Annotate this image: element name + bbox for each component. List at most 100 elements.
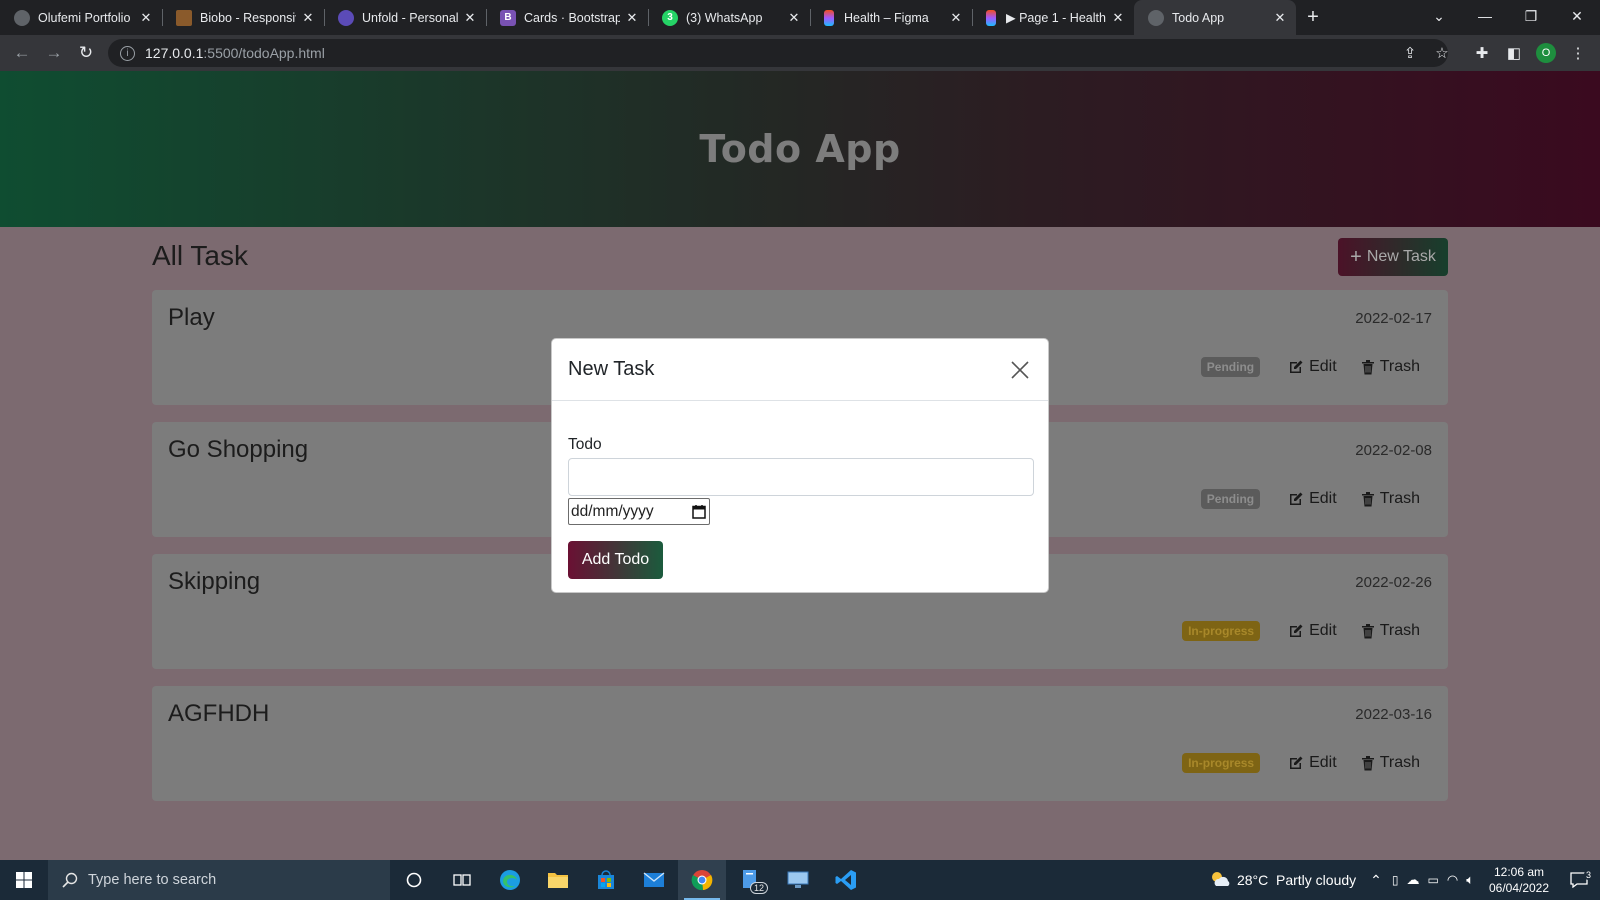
date-placeholder: dd/mm/yyyy (571, 502, 654, 520)
windows-taskbar: Type here to search 12 28°C Partly cloud… (0, 860, 1600, 900)
mail-icon[interactable] (630, 860, 678, 900)
new-tab-plus-icon[interactable]: + (1296, 0, 1330, 35)
forward-arrow-icon[interactable]: → (38, 37, 70, 69)
task-date: 2022-02-17 (1355, 310, 1432, 327)
tab-title: Cards · Bootstrap v (524, 10, 620, 25)
chevron-up-icon[interactable]: ⌃ (1370, 872, 1382, 889)
status-badge: In-progress (1182, 621, 1261, 641)
url-host: 127.0.0.1 (145, 45, 204, 61)
cortana-icon[interactable] (390, 860, 438, 900)
edit-label: Edit (1309, 622, 1337, 639)
notification-center-icon[interactable]: 3 (1558, 870, 1600, 888)
battery-icon[interactable]: ▭ (1428, 873, 1439, 887)
documents-app-icon[interactable]: 12 (726, 860, 774, 900)
vscode-icon[interactable] (822, 860, 870, 900)
edge-browser-icon[interactable] (486, 860, 534, 900)
tab-close-icon[interactable]: ✕ (300, 10, 316, 26)
edit-button[interactable]: Edit (1288, 490, 1349, 508)
tab-close-icon[interactable]: ✕ (1272, 10, 1288, 26)
trash-label: Trash (1379, 622, 1420, 639)
edit-icon (1290, 756, 1303, 769)
onedrive-cloud-icon[interactable]: ☁ (1407, 872, 1420, 888)
trash-button[interactable]: Trash (1361, 622, 1432, 640)
browser-tab[interactable]: B Cards · Bootstrap v ✕ (486, 0, 648, 35)
edit-button[interactable]: Edit (1288, 622, 1349, 640)
tab-search-chevron-icon[interactable]: ⌄ (1416, 0, 1462, 32)
trash-button[interactable]: Trash (1361, 358, 1432, 376)
windows-start-icon[interactable] (0, 860, 48, 900)
url-path: :5500/todoApp.html (203, 45, 325, 61)
file-explorer-icon[interactable] (534, 860, 582, 900)
microsoft-store-icon[interactable] (582, 860, 630, 900)
weather-text[interactable]: 28°C Partly cloudy (1237, 872, 1356, 888)
wifi-icon[interactable]: ◠ (1447, 872, 1458, 888)
add-todo-button[interactable]: Add Todo (568, 541, 663, 579)
edit-label: Edit (1309, 490, 1337, 507)
address-bar[interactable]: i 127.0.0.1:5500/todoApp.html (108, 39, 1448, 67)
tab-favicon-icon (1148, 9, 1164, 26)
extensions-puzzle-icon[interactable]: ✚ (1466, 37, 1498, 69)
volume-icon[interactable]: 🔈︎ (1466, 872, 1474, 888)
browser-toolbar: ← → ↻ i 127.0.0.1:5500/todoApp.html ⇪ ☆ … (0, 35, 1600, 71)
taskbar-clock[interactable]: 12:06 am 06/04/2022 (1480, 864, 1558, 896)
task-actions: In-progress Edit Trash (1182, 753, 1432, 773)
clock-time: 12:06 am (1493, 865, 1545, 879)
date-input[interactable]: dd/mm/yyyy (568, 498, 710, 525)
chrome-icon[interactable] (678, 860, 726, 900)
bookmark-star-icon[interactable]: ☆ (1426, 37, 1458, 69)
taskbar-search[interactable]: Type here to search (48, 860, 390, 900)
tab-close-icon[interactable]: ✕ (462, 10, 478, 26)
close-icon[interactable] (1008, 358, 1032, 382)
task-view-icon[interactable] (438, 860, 486, 900)
modal-title: New Task (568, 358, 655, 380)
task-date: 2022-02-08 (1355, 442, 1432, 459)
browser-tab[interactable]: Biobo - Responsive ✕ (162, 0, 324, 35)
tab-title: (3) WhatsApp (686, 10, 763, 25)
browser-tab[interactable]: Unfold - Personal P ✕ (324, 0, 486, 35)
profile-initial: O (1536, 43, 1556, 63)
new-task-button[interactable]: + New Task (1338, 238, 1448, 276)
share-icon[interactable]: ⇪ (1394, 37, 1426, 69)
browser-tab[interactable]: Olufemi Portfolio ✕ (0, 0, 162, 35)
calendar-icon[interactable] (692, 504, 706, 519)
edit-icon (1290, 624, 1303, 637)
edit-button[interactable]: Edit (1288, 358, 1349, 376)
reload-icon[interactable]: ↻ (70, 37, 102, 69)
app-badge-count: 12 (749, 882, 768, 894)
trash-icon (1361, 492, 1374, 507)
tab-close-icon[interactable]: ✕ (138, 10, 154, 26)
tab-favicon-icon: B (500, 9, 516, 26)
todo-input[interactable] (568, 458, 1034, 496)
browser-menu-icon[interactable]: ⋮ (1562, 37, 1594, 69)
tab-close-icon[interactable]: ✕ (948, 10, 964, 26)
task-date: 2022-03-16 (1355, 706, 1432, 723)
profile-avatar[interactable]: O (1530, 37, 1562, 69)
browser-tab[interactable]: Health – Figma ✕ (810, 0, 972, 35)
tab-title: ▶ Page 1 - Health (1006, 11, 1106, 25)
tab-close-icon[interactable]: ✕ (786, 10, 802, 26)
browser-tab-active[interactable]: Todo App ✕ (1134, 0, 1296, 35)
tab-close-icon[interactable]: ✕ (1110, 10, 1126, 26)
restore-icon[interactable]: ❐ (1508, 0, 1554, 32)
tab-title: Biobo - Responsive (200, 10, 296, 25)
remote-desktop-icon[interactable] (774, 860, 822, 900)
weather-cloud-icon[interactable] (1209, 870, 1231, 891)
trash-button[interactable]: Trash (1361, 490, 1432, 508)
tab-close-icon[interactable]: ✕ (624, 10, 640, 26)
device-icon[interactable]: ▯ (1392, 873, 1399, 887)
browser-tab-strip: Olufemi Portfolio ✕ Biobo - Responsive ✕… (0, 0, 1600, 35)
side-panel-icon[interactable]: ◧ (1498, 37, 1530, 69)
back-arrow-icon[interactable]: ← (6, 37, 38, 69)
section-title: All Task (152, 240, 248, 271)
site-info-icon[interactable]: i (120, 45, 135, 61)
edit-button[interactable]: Edit (1288, 754, 1349, 772)
tab-title: Todo App (1172, 10, 1225, 25)
tab-favicon-icon: 3 (662, 9, 678, 26)
browser-tab[interactable]: 3 (3) WhatsApp ✕ (648, 0, 810, 35)
trash-button[interactable]: Trash (1361, 754, 1432, 772)
trash-icon (1361, 756, 1374, 771)
close-window-icon[interactable]: ✕ (1554, 0, 1600, 32)
status-badge: In-progress (1182, 753, 1261, 773)
browser-tab[interactable]: ▶ Page 1 - Health ✕ (972, 0, 1134, 35)
minimize-icon[interactable]: — (1462, 0, 1508, 32)
